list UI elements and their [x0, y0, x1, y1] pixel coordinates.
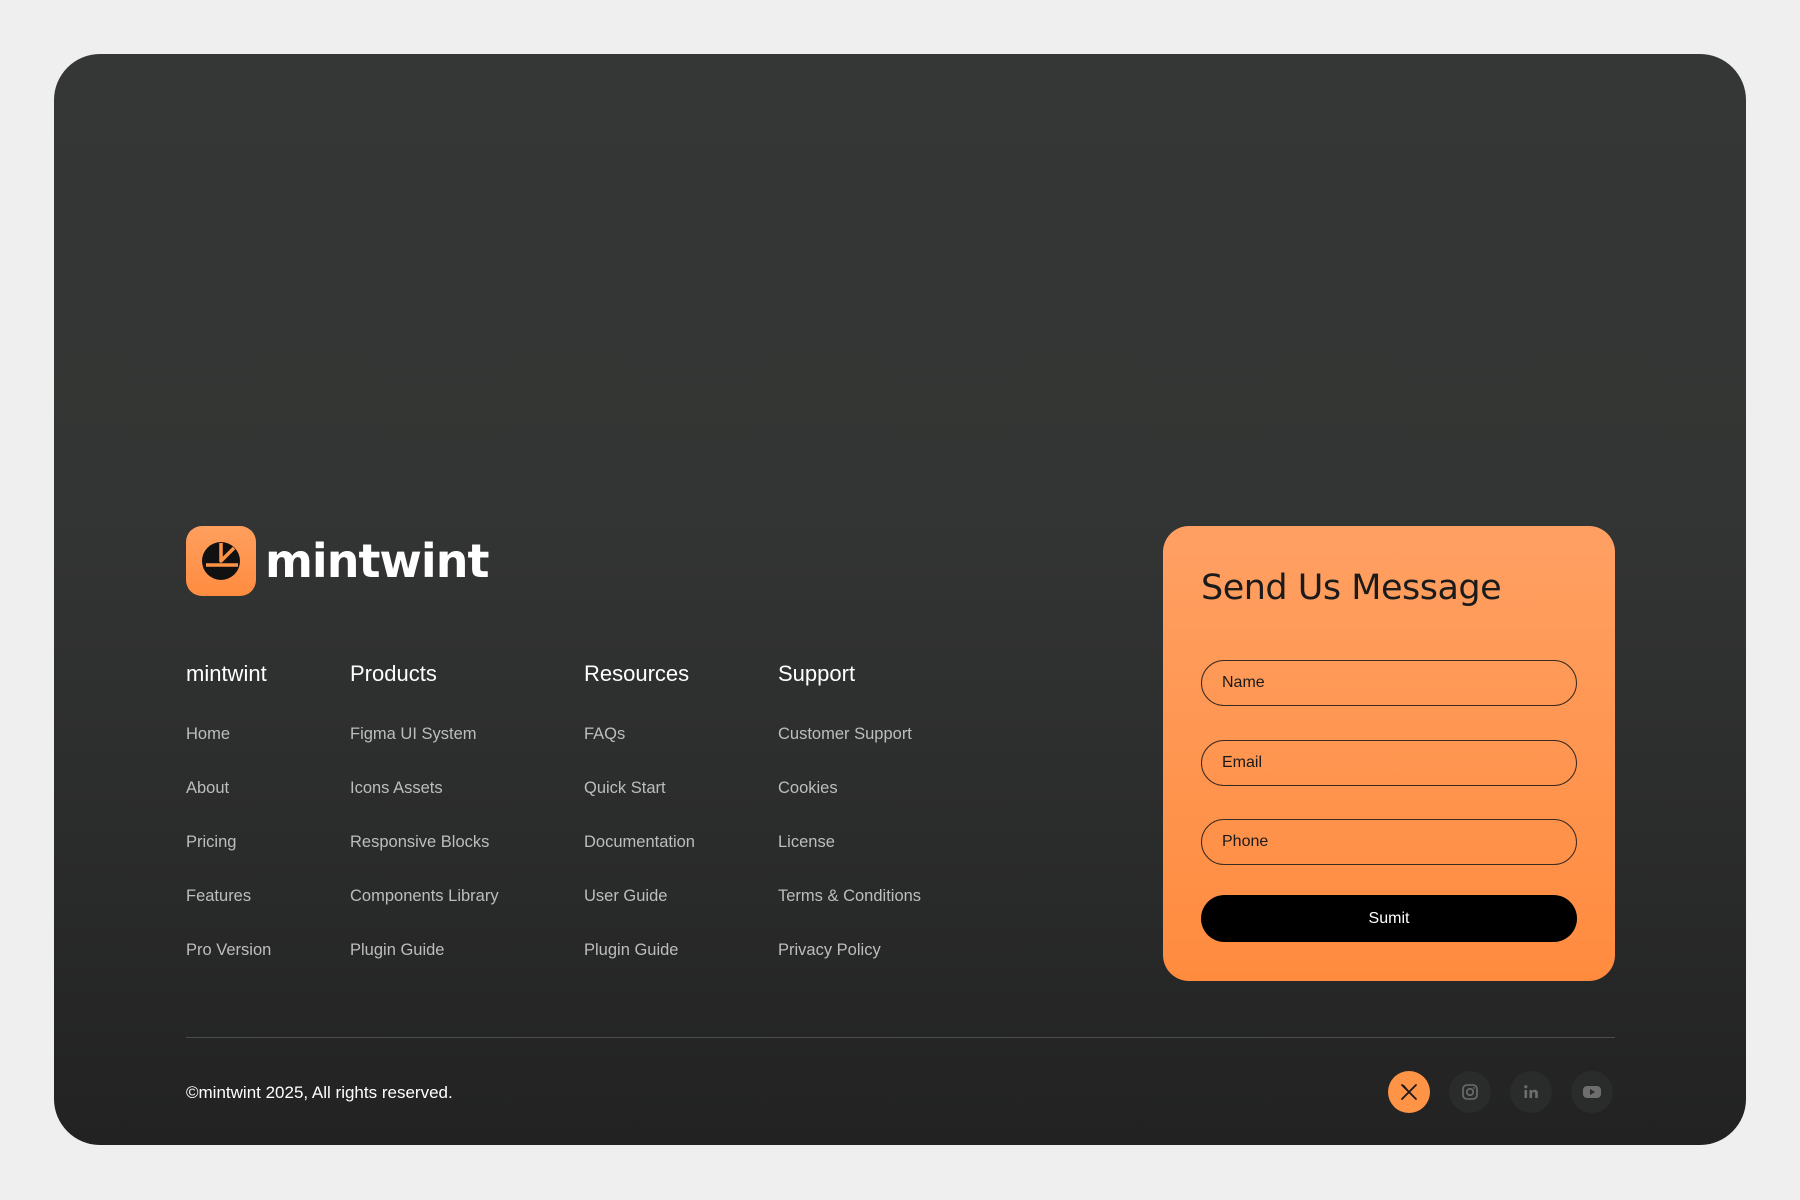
footer-link-home[interactable]: Home — [186, 724, 271, 778]
instagram-icon[interactable] — [1449, 1071, 1491, 1113]
email-input[interactable] — [1220, 753, 1576, 773]
column-title: Support — [778, 661, 856, 686]
email-field[interactable] — [1201, 740, 1577, 786]
footer-column-support: Support Customer Support Cookies License… — [778, 660, 921, 994]
x-icon[interactable] — [1388, 1071, 1430, 1113]
linkedin-icon[interactable] — [1510, 1071, 1552, 1113]
column-title: Resources — [584, 661, 690, 686]
footer-link-features[interactable]: Features — [186, 886, 271, 940]
brand-name: mintwint — [265, 534, 489, 588]
name-input[interactable] — [1220, 673, 1576, 693]
footer-link-documentation[interactable]: Documentation — [584, 832, 695, 886]
footer-link-responsive-blocks[interactable]: Responsive Blocks — [350, 832, 499, 886]
footer-divider — [186, 1037, 1615, 1038]
footer-link-plugin-guide[interactable]: Plugin Guide — [350, 940, 499, 994]
footer-link-terms-conditions[interactable]: Terms & Conditions — [778, 886, 921, 940]
copyright-text: ©mintwint 2025, All rights reserved. — [186, 1083, 453, 1102]
footer-link-privacy-policy[interactable]: Privacy Policy — [778, 940, 921, 994]
footer-link-cookies[interactable]: Cookies — [778, 778, 921, 832]
footer-link-faqs[interactable]: FAQs — [584, 724, 695, 778]
submit-button[interactable]: Sumit — [1201, 895, 1577, 942]
footer-link-plugin-guide[interactable]: Plugin Guide — [584, 940, 695, 994]
logo-mark-icon — [186, 526, 256, 596]
footer-link-quick-start[interactable]: Quick Start — [584, 778, 695, 832]
footer-column-mintwint: mintwint Home About Pricing Features Pro… — [186, 660, 271, 994]
footer-column-resources: Resources FAQs Quick Start Documentation… — [584, 660, 695, 994]
form-title: Send Us Message — [1201, 568, 1502, 608]
footer-link-user-guide[interactable]: User Guide — [584, 886, 695, 940]
column-title: mintwint — [186, 661, 267, 686]
footer-link-pricing[interactable]: Pricing — [186, 832, 271, 886]
name-field[interactable] — [1201, 660, 1577, 706]
footer-column-products: Products Figma UI System Icons Assets Re… — [350, 660, 499, 994]
footer-link-figma-ui-system[interactable]: Figma UI System — [350, 724, 499, 778]
footer-link-license[interactable]: License — [778, 832, 921, 886]
social-links — [1388, 1071, 1613, 1113]
footer-section: mintwint mintwint Home About Pricing Fea… — [54, 54, 1746, 1145]
contact-form-card: Send Us Message Sumit — [1163, 526, 1615, 981]
footer-link-customer-support[interactable]: Customer Support — [778, 724, 921, 778]
phone-input[interactable] — [1220, 832, 1576, 852]
footer-link-pro-version[interactable]: Pro Version — [186, 940, 271, 994]
footer-link-components-library[interactable]: Components Library — [350, 886, 499, 940]
footer-link-about[interactable]: About — [186, 778, 271, 832]
column-title: Products — [350, 661, 437, 686]
footer-link-icons-assets[interactable]: Icons Assets — [350, 778, 499, 832]
brand-logo[interactable]: mintwint — [186, 526, 489, 596]
phone-field[interactable] — [1201, 819, 1577, 865]
youtube-icon[interactable] — [1571, 1071, 1613, 1113]
